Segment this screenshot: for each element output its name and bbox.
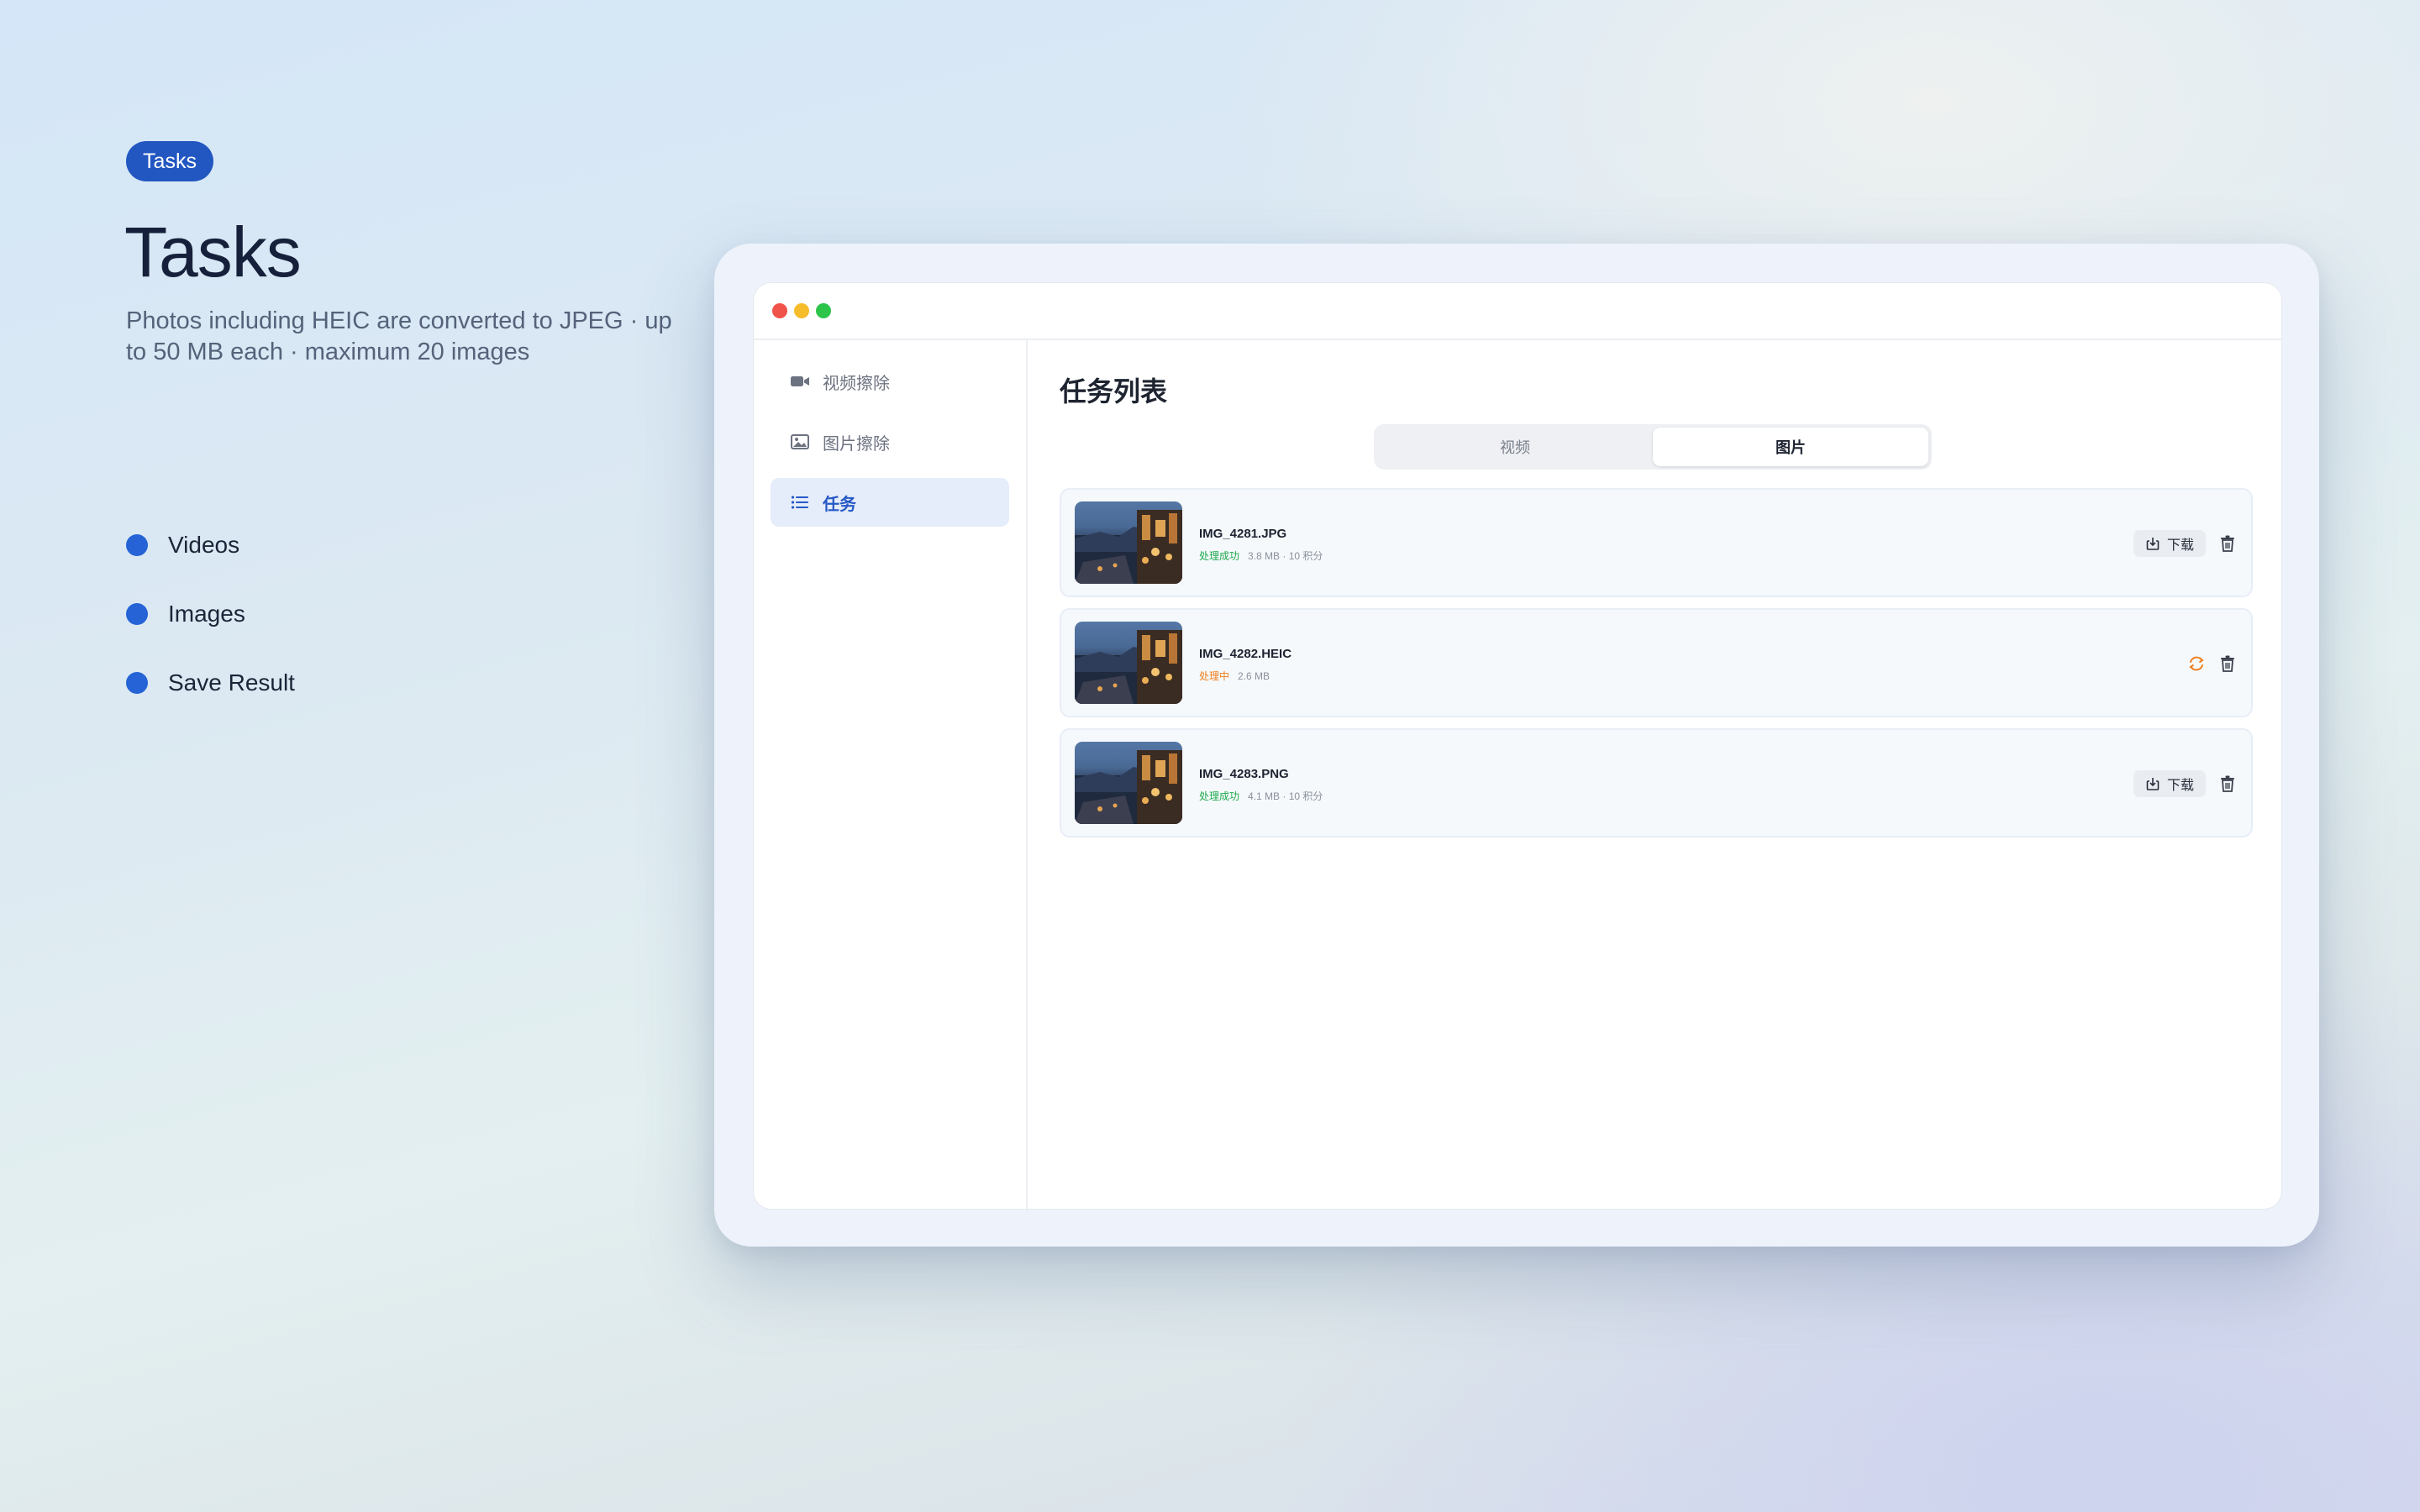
title-bar — [754, 283, 2281, 340]
download-icon — [2146, 538, 2160, 550]
task-row: IMG_4281.JPG 处理成功 3.8 MB · 10 积分 下载 — [1060, 488, 2253, 597]
image-thumbnail — [1075, 742, 1182, 824]
bullet-dot-icon — [126, 603, 148, 625]
sidebar-item-video-erase[interactable]: 视频擦除 — [771, 357, 1009, 406]
task-meta: 处理成功 3.8 MB · 10 积分 — [1199, 549, 1323, 563]
task-filename: IMG_4283.PNG — [1199, 767, 1289, 781]
credit-cost: · 10 积分 — [1282, 550, 1323, 562]
image-thumbnail — [1075, 501, 1182, 584]
task-meta: 处理中 2.6 MB — [1199, 669, 1270, 683]
feature-label: Videos — [168, 532, 240, 558]
page-subtitle: Photos including HEIC are converted to J… — [126, 307, 672, 365]
download-button[interactable]: 下载 — [2133, 770, 2206, 797]
tab-image[interactable]: 图片 — [1653, 428, 1928, 466]
task-list-title: 任务列表 — [1060, 376, 1168, 407]
image-thumbnail — [1075, 622, 1182, 704]
close-window-button[interactable] — [772, 303, 787, 318]
sidebar-item-label: 任务 — [823, 495, 856, 514]
file-size: 3.8 MB — [1248, 550, 1281, 562]
trash-icon — [2221, 535, 2234, 552]
file-size: 4.1 MB — [1248, 790, 1281, 802]
task-row: IMG_4282.HEIC 处理中 2.6 MB — [1060, 608, 2253, 717]
bullet-dot-icon — [126, 672, 148, 694]
list-icon — [789, 493, 811, 512]
feature-label: Save Result — [168, 669, 295, 696]
status-badge: 处理中 — [1199, 670, 1230, 682]
trash-icon — [2221, 775, 2234, 792]
task-filename: IMG_4282.HEIC — [1199, 647, 1292, 661]
file-size: 2.6 MB — [1238, 670, 1270, 682]
task-meta: 处理成功 4.1 MB · 10 积分 — [1199, 789, 1323, 803]
delete-task-button[interactable] — [2216, 652, 2239, 675]
status-badge: 处理成功 — [1199, 790, 1240, 802]
bullet-dot-icon — [126, 534, 148, 556]
download-label: 下载 — [2166, 538, 2194, 553]
app-window: 视频擦除 图片擦除 任务 任务列表 视频 图片 IMG_4281.JPG 处理成… — [753, 282, 2282, 1210]
feature-item-save-result: Save Result — [126, 648, 295, 717]
minimize-window-button[interactable] — [794, 303, 809, 318]
task-filename: IMG_4281.JPG — [1199, 527, 1287, 541]
video-camera-icon — [789, 372, 811, 391]
image-icon — [789, 433, 811, 451]
sidebar-item-label: 视频擦除 — [823, 374, 890, 393]
delete-task-button[interactable] — [2216, 772, 2239, 795]
processing-spinner-icon — [2186, 653, 2207, 675]
media-type-switcher: 视频 图片 — [1374, 424, 1932, 470]
sidebar-item-tasks[interactable]: 任务 — [771, 478, 1009, 527]
download-button[interactable]: 下载 — [2133, 530, 2206, 557]
task-row: IMG_4283.PNG 处理成功 4.1 MB · 10 积分 下载 — [1060, 728, 2253, 837]
page-badge: Tasks — [126, 141, 213, 181]
feature-label: Images — [168, 601, 245, 627]
page-title: Tasks — [124, 213, 302, 291]
device-frame: 视频擦除 图片擦除 任务 任务列表 视频 图片 IMG_4281.JPG 处理成… — [714, 244, 2319, 1247]
trash-icon — [2221, 655, 2234, 672]
feature-item-videos: Videos — [126, 511, 295, 580]
sidebar-item-label: 图片擦除 — [823, 434, 890, 454]
download-icon — [2146, 778, 2160, 790]
zoom-window-button[interactable] — [816, 303, 831, 318]
tab-video[interactable]: 视频 — [1377, 428, 1653, 466]
feature-item-images: Images — [126, 580, 295, 648]
feature-list: Videos Images Save Result — [126, 511, 295, 717]
main-panel: 任务列表 视频 图片 IMG_4281.JPG 处理成功 3.8 MB · 10… — [1028, 340, 2281, 1209]
download-label: 下载 — [2166, 779, 2194, 793]
credit-cost: · 10 积分 — [1282, 790, 1323, 802]
delete-task-button[interactable] — [2216, 532, 2239, 555]
sidebar-item-image-erase[interactable]: 图片擦除 — [771, 417, 1009, 466]
sidebar: 视频擦除 图片擦除 任务 — [754, 340, 1028, 1209]
status-badge: 处理成功 — [1199, 550, 1240, 562]
